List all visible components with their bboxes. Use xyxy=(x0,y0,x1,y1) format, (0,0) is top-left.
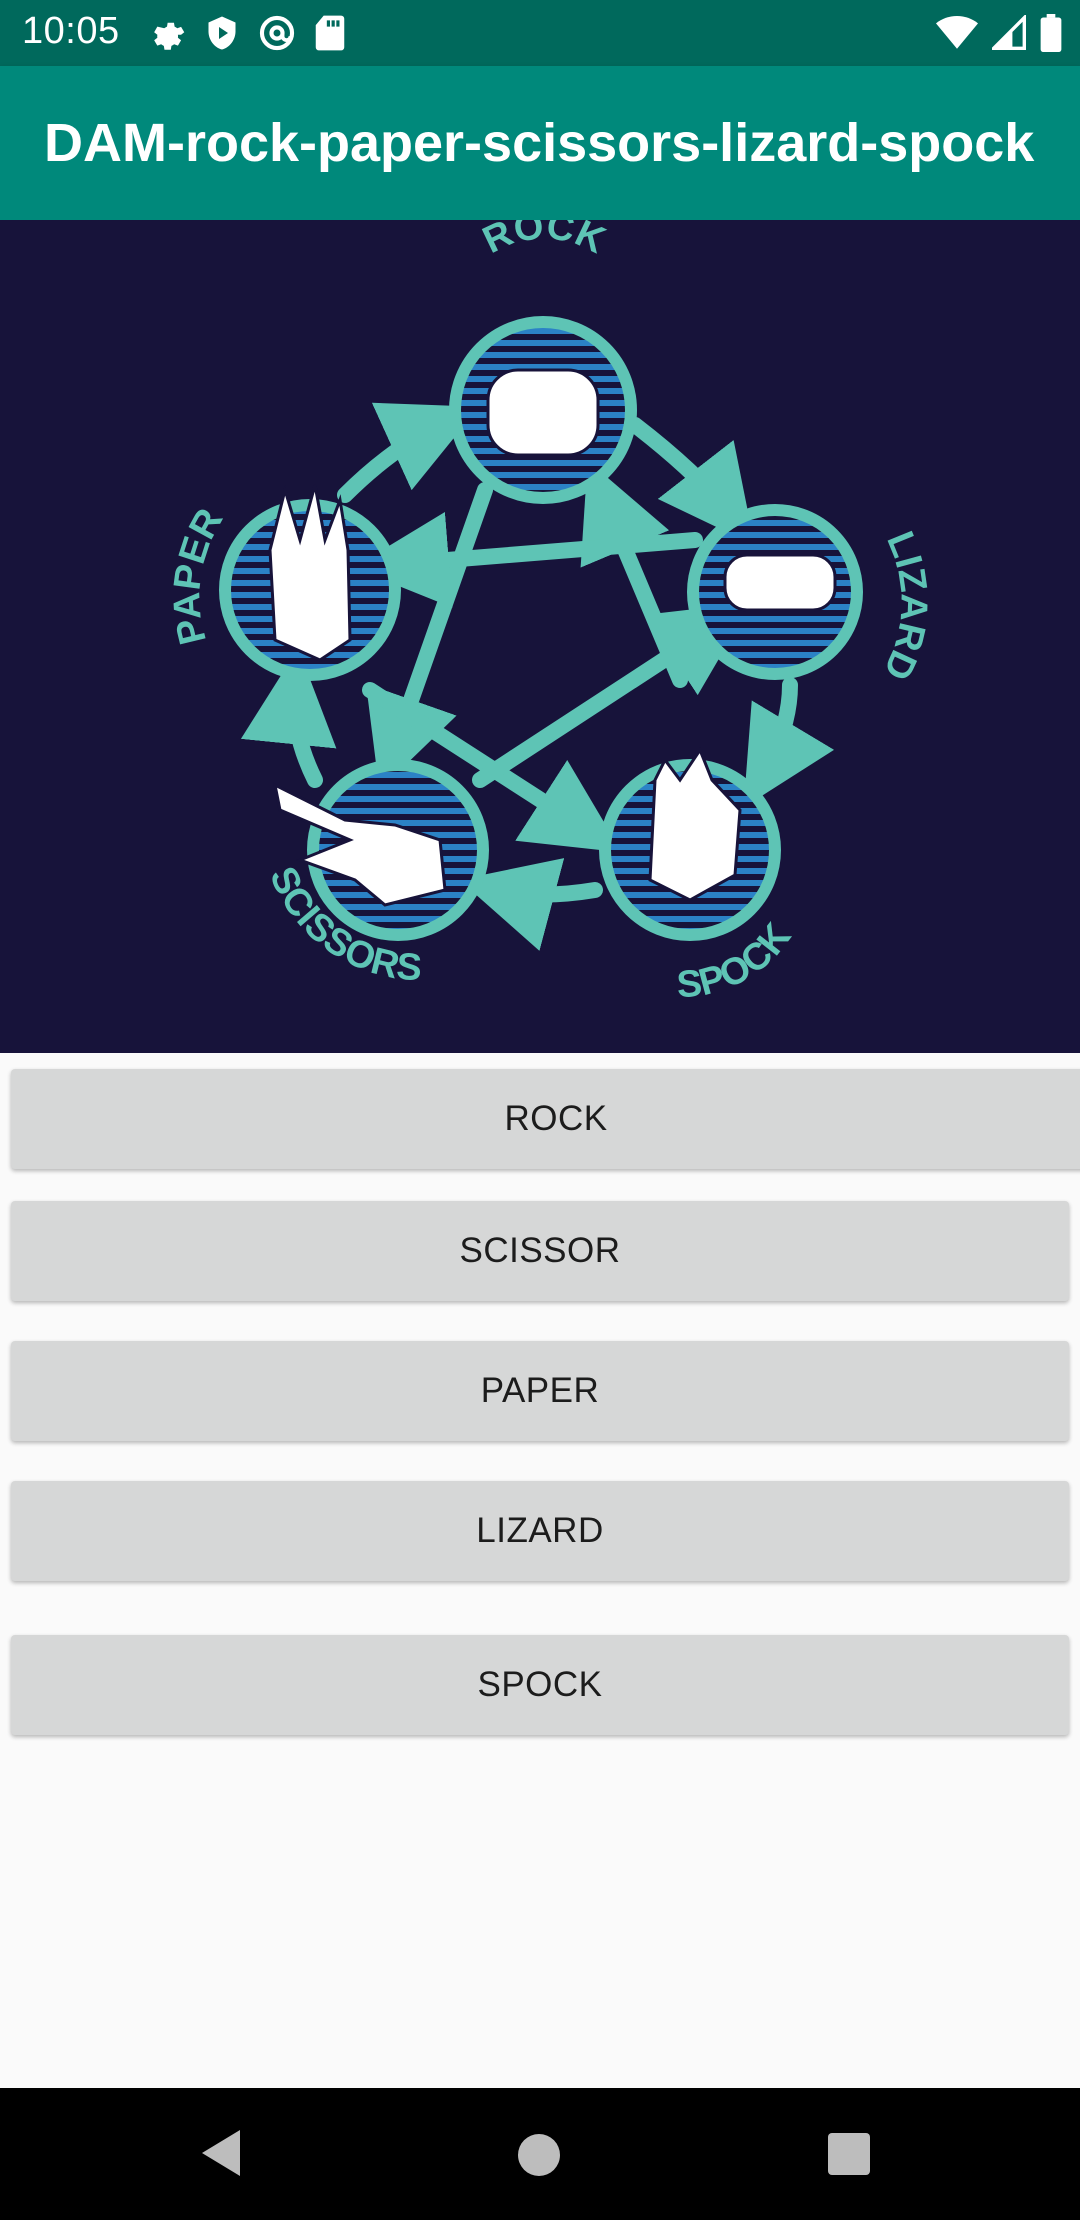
spock-button[interactable]: SPOCK xyxy=(11,1635,1069,1735)
shield-play-icon xyxy=(208,16,236,50)
app-title: DAM-rock-paper-scissors-lizard-spock xyxy=(44,113,1035,173)
rpsls-diagram-image: ROCK LIZARD SPOCK SCISSORS PAPER xyxy=(0,220,1080,1053)
diagram-label-lizard: LIZARD xyxy=(875,526,935,687)
battery-icon xyxy=(1040,14,1062,52)
sd-card-icon xyxy=(315,15,345,51)
gear-icon xyxy=(154,22,185,50)
recents-icon[interactable] xyxy=(828,2133,870,2175)
home-icon[interactable] xyxy=(518,2134,560,2176)
scissor-button[interactable]: SCISSOR xyxy=(11,1201,1069,1301)
status-time: 10:05 xyxy=(22,10,120,52)
signal-icon xyxy=(992,15,1026,50)
rock-button[interactable]: ROCK xyxy=(11,1069,1080,1169)
app-bar: DAM-rock-paper-scissors-lizard-spock xyxy=(0,66,1080,220)
navigation-bar xyxy=(0,2088,1080,2220)
wifi-icon xyxy=(936,16,978,49)
paper-button[interactable]: PAPER xyxy=(11,1341,1069,1441)
diagram-label-rock: ROCK xyxy=(477,220,612,262)
at-sync-icon xyxy=(259,15,295,51)
lizard-button[interactable]: LIZARD xyxy=(11,1481,1069,1581)
back-icon[interactable] xyxy=(200,2128,242,2178)
status-bar: 10:05 xyxy=(0,0,1080,66)
